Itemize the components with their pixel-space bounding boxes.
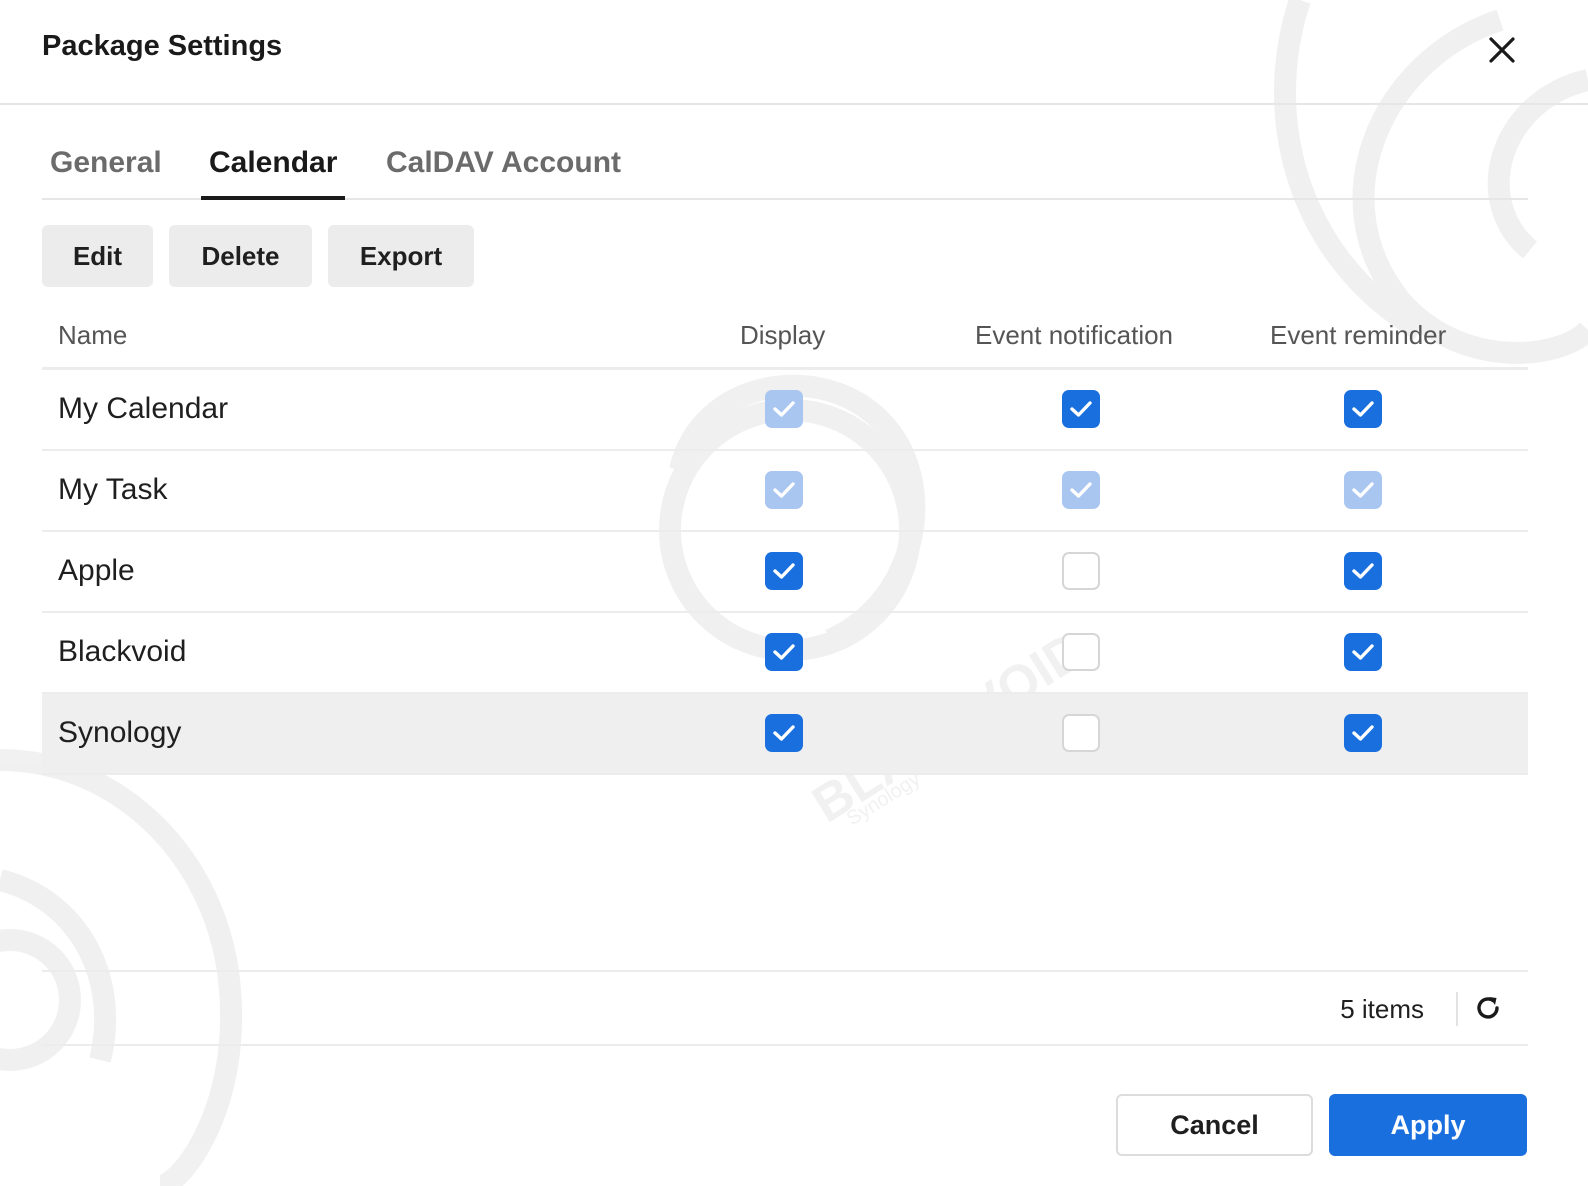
edit-button[interactable]: Edit [42,225,153,287]
tab-caldav-account[interactable]: CalDAV Account [378,130,629,200]
delete-button[interactable]: Delete [169,225,312,287]
tab-general[interactable]: General [42,130,170,200]
refresh-icon [1477,997,1499,1019]
table-header: Name Display Event notification Event re… [42,300,1528,370]
check-icon [773,644,795,660]
check-icon [773,563,795,579]
close-button[interactable] [1482,30,1522,70]
check-icon [1352,644,1374,660]
table-row[interactable]: Apple [42,532,1528,613]
check-icon [1352,563,1374,579]
watermark-subtext: Synology [843,768,924,830]
display-checkbox [765,390,803,428]
tab-bar: General Calendar CalDAV Account [42,130,1528,200]
reminder-checkbox[interactable] [1344,714,1382,752]
column-header-name[interactable]: Name [58,320,127,351]
check-icon [1070,482,1092,498]
table-row[interactable]: Blackvoid [42,613,1528,694]
check-icon [1070,401,1092,417]
table-row[interactable]: My Task [42,451,1528,532]
reminder-checkbox[interactable] [1344,390,1382,428]
row-name: Blackvoid [58,635,187,668]
notification-checkbox[interactable] [1062,633,1100,671]
reminder-checkbox[interactable] [1344,552,1382,590]
column-header-display[interactable]: Display [740,320,825,351]
tab-calendar[interactable]: Calendar [201,130,346,200]
display-checkbox[interactable] [765,714,803,752]
reminder-checkbox [1344,471,1382,509]
row-name: My Task [58,473,168,506]
check-icon [773,482,795,498]
refresh-button[interactable] [1470,990,1506,1026]
check-icon [1352,482,1374,498]
close-icon [1489,37,1515,63]
dialog-header: Package Settings [0,0,1588,105]
apply-button[interactable]: Apply [1329,1094,1527,1156]
reminder-checkbox[interactable] [1344,633,1382,671]
notification-checkbox [1062,471,1100,509]
display-checkbox[interactable] [765,633,803,671]
divider [1456,992,1458,1026]
row-name: Synology [58,716,182,749]
display-checkbox[interactable] [765,552,803,590]
column-header-event-notification[interactable]: Event notification [975,320,1173,351]
table-footer: 5 items [42,970,1528,1046]
notification-checkbox[interactable] [1062,714,1100,752]
row-name: Apple [58,554,135,587]
display-checkbox [765,471,803,509]
check-icon [773,401,795,417]
check-icon [1352,401,1374,417]
check-icon [1352,725,1374,741]
table-row[interactable]: My Calendar [42,370,1528,451]
table-row[interactable]: Synology [42,694,1528,775]
notification-checkbox[interactable] [1062,552,1100,590]
export-button[interactable]: Export [328,225,474,287]
item-count: 5 items [1340,994,1424,1024]
notification-checkbox[interactable] [1062,390,1100,428]
column-header-event-reminder[interactable]: Event reminder [1270,320,1446,351]
cancel-button[interactable]: Cancel [1116,1094,1313,1156]
check-icon [773,725,795,741]
row-name: My Calendar [58,392,229,425]
dialog-title: Package Settings [42,30,283,62]
